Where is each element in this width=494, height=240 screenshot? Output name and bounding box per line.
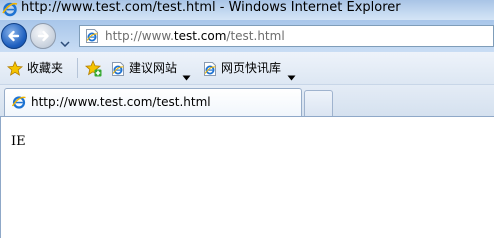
page-content: IE <box>0 117 494 238</box>
ie-page-icon <box>11 94 27 114</box>
chevron-down-icon <box>60 41 70 48</box>
forward-arrow-icon <box>37 30 49 42</box>
ie-page-icon <box>84 28 100 48</box>
tab-title: http://www.test.com/test.html <box>31 95 211 109</box>
forward-button[interactable] <box>30 23 56 49</box>
navigation-bar: http://www.test.com/test.html <box>0 20 494 52</box>
address-input[interactable]: http://www.test.com/test.html <box>79 25 494 47</box>
add-favorites-icon[interactable] <box>84 59 102 81</box>
recent-pages-dropdown[interactable] <box>60 32 70 51</box>
back-arrow-icon <box>8 30 20 42</box>
back-button[interactable] <box>1 23 27 49</box>
ie-logo-icon <box>2 1 18 17</box>
url-path: /test.html <box>226 29 285 43</box>
suggested-sites-dropdown[interactable] <box>182 66 191 85</box>
tab-active[interactable]: http://www.test.com/test.html <box>4 88 302 116</box>
ie-page-icon <box>110 61 126 81</box>
web-slice-gallery-link[interactable]: 网页快讯库 <box>221 60 281 76</box>
url-prefix: http://www. <box>105 29 174 43</box>
window-title: http://www.test.com/test.html - Windows … <box>21 0 401 15</box>
web-slice-gallery-dropdown[interactable] <box>287 66 296 85</box>
page-text: IE <box>11 134 26 149</box>
tab-bar: http://www.test.com/test.html <box>0 85 494 117</box>
favorites-bar: 收藏夹 建议网站 网页快讯库 <box>0 52 494 85</box>
address-url: http://www.test.com/test.html <box>105 28 285 44</box>
new-tab-button[interactable] <box>304 90 333 116</box>
caret-down-icon <box>287 75 296 81</box>
url-domain: test.com <box>173 29 227 43</box>
title-bar: http://www.test.com/test.html - Windows … <box>0 0 494 20</box>
star-icon[interactable] <box>6 60 24 80</box>
toolbar-divider <box>77 58 78 78</box>
ie-page-icon <box>202 61 218 81</box>
suggested-sites-link[interactable]: 建议网站 <box>129 60 177 76</box>
caret-down-icon <box>182 75 191 81</box>
favorites-button[interactable]: 收藏夹 <box>27 60 63 76</box>
